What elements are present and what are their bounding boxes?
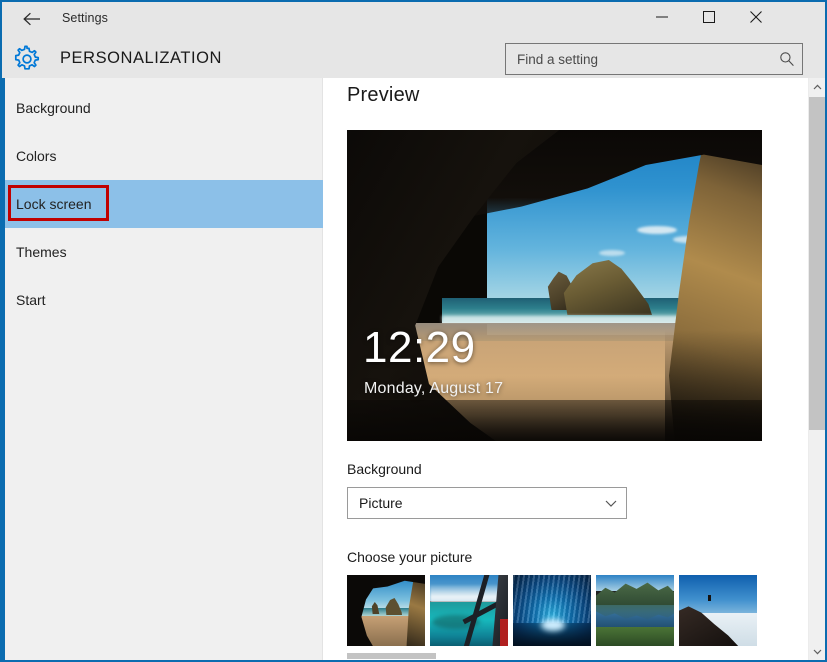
- close-icon: [750, 11, 762, 23]
- sidebar-item-label: Themes: [16, 244, 67, 260]
- vertical-scrollbar-thumb[interactable]: [809, 97, 825, 430]
- picture-thumbnail-1[interactable]: [347, 575, 425, 646]
- sidebar-item-colors[interactable]: Colors: [5, 132, 323, 180]
- window-title: Settings: [62, 11, 108, 25]
- scroll-down-icon[interactable]: [809, 642, 825, 660]
- search-box[interactable]: [505, 43, 803, 75]
- settings-window: Settings PERSONALIZATION Find a setting …: [0, 0, 827, 662]
- title-bar: Settings PERSONALIZATION Find a setting: [2, 2, 825, 78]
- preview-heading: Preview: [347, 84, 420, 106]
- vertical-scrollbar[interactable]: [808, 78, 825, 660]
- background-type-value: Picture: [359, 495, 403, 511]
- sidebar-item-lock-screen[interactable]: Lock screen: [5, 180, 323, 228]
- horizontal-scrollbar-thumb[interactable]: [347, 653, 436, 659]
- picture-thumbnail-4[interactable]: [596, 575, 674, 646]
- picture-thumbnail-5[interactable]: [679, 575, 757, 646]
- picture-thumbnail-2[interactable]: [430, 575, 508, 646]
- scroll-up-icon[interactable]: [809, 78, 825, 96]
- lock-screen-clock: 12:29: [363, 323, 476, 372]
- horizontal-scrollbar[interactable]: [324, 652, 808, 660]
- lock-screen-date: Monday, August 17: [364, 380, 504, 397]
- page-title: PERSONALIZATION: [60, 49, 222, 67]
- preview-foreground-shadow: [347, 400, 762, 441]
- sidebar-item-background[interactable]: Background: [5, 84, 323, 132]
- background-type-dropdown[interactable]: Picture: [347, 487, 627, 519]
- sidebar-item-label: Start: [16, 292, 46, 308]
- background-section-label: Background: [347, 461, 422, 477]
- sidebar: Background Colors Lock screen Themes Sta…: [2, 78, 323, 660]
- choose-picture-label: Choose your picture: [347, 549, 473, 565]
- picture-thumbnail-strip: [347, 575, 802, 646]
- picture-thumbnail-3[interactable]: [513, 575, 591, 646]
- content-pane: Preview 12:29 Monday, August 17 Backgrou…: [324, 78, 825, 660]
- back-arrow-icon: [23, 12, 40, 26]
- chevron-down-icon: [596, 488, 626, 518]
- sidebar-item-themes[interactable]: Themes: [5, 228, 323, 276]
- back-button[interactable]: [10, 4, 54, 34]
- search-icon[interactable]: [772, 44, 802, 74]
- lock-screen-preview-image: 12:29 Monday, August 17: [347, 130, 762, 441]
- maximize-button[interactable]: [686, 2, 732, 32]
- close-button[interactable]: [733, 2, 779, 32]
- minimize-icon: [656, 16, 668, 18]
- gear-icon: [13, 45, 41, 73]
- sidebar-item-label: Lock screen: [16, 196, 92, 212]
- search-input[interactable]: [506, 44, 772, 74]
- body-area: Background Colors Lock screen Themes Sta…: [2, 78, 825, 660]
- minimize-button[interactable]: [639, 2, 685, 32]
- sidebar-item-label: Colors: [16, 148, 57, 164]
- sidebar-item-label: Background: [16, 100, 91, 116]
- maximize-icon: [703, 11, 715, 23]
- sidebar-item-start[interactable]: Start: [5, 276, 323, 324]
